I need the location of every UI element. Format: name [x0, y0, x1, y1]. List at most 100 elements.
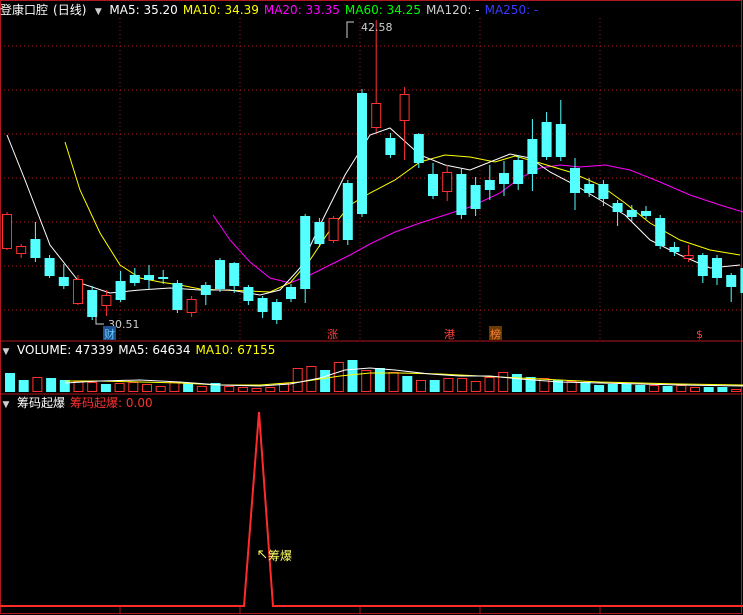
candle-body-up [399, 94, 410, 121]
volume-bar-up [237, 387, 248, 392]
volume-bar-down [621, 384, 632, 392]
volume-bar-up [388, 372, 399, 392]
candle-body-down [484, 180, 495, 190]
volume-bar-up [498, 372, 509, 392]
volume-bar-down [402, 376, 413, 392]
candle-body-down [712, 258, 722, 278]
candle-body-down [499, 173, 509, 184]
candle-body-down [669, 247, 680, 252]
candle-body-down [655, 218, 666, 246]
volume-bar-up [87, 382, 98, 392]
volume-bar-down [183, 383, 194, 392]
volume-bar-up [32, 377, 43, 392]
volume-bar-down [662, 386, 673, 392]
ma5-legend: MA5: 35.20 [109, 3, 178, 17]
collapse-arrow-icon[interactable]: ▼ [0, 344, 12, 360]
volume-ma10-legend: MA10: 67155 [195, 343, 276, 357]
volume-bar-down [59, 380, 70, 392]
candle-body-down [229, 263, 240, 286]
candle-body-down [385, 138, 396, 155]
high-price-label: 42.58 [361, 21, 393, 34]
stock-name: 登康口腔 [0, 3, 49, 17]
volume-bar-up [73, 381, 84, 392]
candle-body-down [115, 281, 126, 300]
volume-bar-down [635, 385, 646, 392]
volume-bar-up [484, 377, 495, 392]
candle-body-down [527, 139, 538, 174]
volume-bar-up [128, 382, 139, 392]
volume-bar-up [457, 378, 468, 392]
event-marker-4: $ [696, 328, 703, 341]
candle-body-down [314, 222, 325, 244]
candle-body-up [186, 299, 197, 313]
volume-bar-up [676, 385, 687, 392]
candle-body-down [428, 174, 438, 196]
candle-body-up [328, 218, 339, 241]
volume-bar-down [511, 374, 522, 392]
candle-body-down [144, 275, 154, 280]
candle-body-down [58, 277, 69, 286]
candle-body-down [697, 255, 708, 276]
volume-bar-down [580, 382, 591, 392]
candle-body-down [243, 287, 254, 301]
volume-bar-up [690, 387, 700, 392]
signal-arrow [258, 550, 267, 559]
volume-bar-up [265, 387, 276, 392]
volume-bar-up [224, 386, 235, 392]
volume-bar-up [443, 378, 454, 392]
ma10-legend: MA10: 34.39 [182, 3, 259, 17]
candle-body-down [271, 302, 282, 320]
candle-body-down [641, 211, 651, 216]
volume-bar-up [196, 386, 207, 392]
indicator-name: 筹码起爆 [17, 396, 66, 410]
candle-body-down [513, 160, 524, 184]
volume-bar-down [607, 384, 618, 392]
period-label: (日线) [53, 3, 87, 17]
volume-bar-up [169, 382, 180, 392]
volume-bar-down [429, 380, 440, 392]
candle-body-down [158, 277, 169, 279]
stock-chart-window: 42.58 30.51 财涨港榜 $ 筹爆 登康口腔 (日线) ▼ MA5: 35.20 MA1… [0, 0, 743, 615]
volume-bar-down [374, 368, 385, 392]
ma250-legend: MA250: - [484, 3, 539, 17]
volume-bar-up [470, 381, 481, 392]
volume-bar-down [347, 360, 358, 392]
candle-body-up [683, 255, 694, 259]
volume-bar-up [648, 385, 659, 392]
candle-body-down [200, 285, 211, 295]
volume-bar-down [5, 373, 15, 392]
candle-body-down [357, 93, 367, 214]
candle-body-down [257, 298, 268, 312]
volume-bar-down [320, 370, 331, 392]
candle-body-down [456, 174, 467, 215]
chart-frame [0, 0, 742, 614]
candle-body-down [570, 168, 580, 193]
indicator-legend: ▼ 筹码起爆 筹码起爆: 0.00 [0, 395, 158, 411]
ma10-line [64, 141, 741, 293]
event-marker-3: 榜 [490, 327, 501, 341]
volume-bar-up [566, 381, 577, 392]
candle-body-down [470, 185, 481, 209]
candle-body-up [371, 103, 382, 128]
volume-bar-up [251, 388, 262, 392]
volume-ma5-legend: MA5: 64634 [118, 343, 191, 357]
candle-body-up [16, 246, 27, 254]
candle-body-down [30, 239, 41, 258]
candle-body-up [2, 214, 12, 249]
collapse-arrow-icon[interactable]: ▼ [92, 4, 104, 20]
collapse-arrow-icon[interactable]: ▼ [0, 397, 12, 413]
candle-body-down [726, 275, 737, 287]
candle-body-down [44, 258, 55, 276]
volume-bar-up [731, 389, 742, 392]
candle-body-down [626, 210, 637, 217]
volume-bar-down [46, 378, 57, 392]
signal-label: 筹爆 [268, 549, 292, 563]
indicator-line [0, 411, 743, 607]
volume-bar-down [594, 385, 605, 392]
candle-body-up [73, 279, 83, 304]
volume-bar-down [18, 380, 29, 392]
volume-legend: ▼ VOLUME: 47339 MA5: 64634 MA10: 67155 [0, 342, 280, 358]
candle-body-down [300, 216, 311, 289]
ma20-legend: MA20: 33.35 [263, 3, 340, 17]
candle-body-down [342, 183, 353, 240]
